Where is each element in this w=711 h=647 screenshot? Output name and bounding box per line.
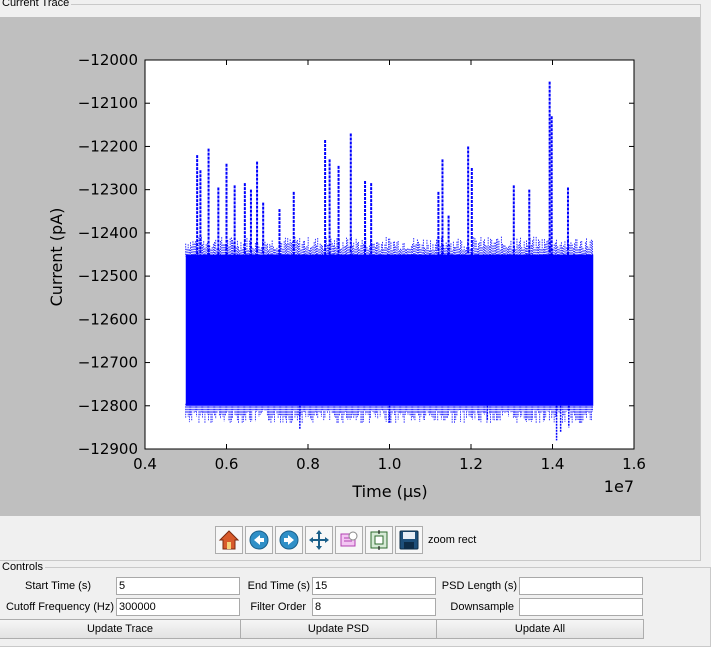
controls-group-title: Controls bbox=[0, 561, 45, 573]
noise-band bbox=[185, 254, 594, 406]
zoom-rect-icon bbox=[340, 531, 358, 547]
forward-arrow-icon bbox=[279, 530, 299, 550]
x-tick-label: 1.0 bbox=[378, 455, 402, 473]
pan-icon bbox=[309, 530, 329, 550]
y-tick-label: −12800 bbox=[78, 397, 138, 415]
x-tick-label: 1.4 bbox=[541, 455, 565, 473]
toolbar-status-text: zoom rect bbox=[428, 534, 477, 546]
y-tick-label: −12400 bbox=[78, 224, 138, 242]
save-icon bbox=[399, 530, 419, 550]
navigation-toolbar: zoom rect bbox=[215, 525, 476, 555]
trace-group-title: Current Trace bbox=[0, 0, 72, 9]
current-trace-chart[interactable]: 0.4 0.6 0.8 1.0 1.2 1.4 1.6−12000−12100−12200−… bbox=[0, 17, 700, 516]
plot-canvas-area[interactable]: 0.4 0.6 0.8 1.0 1.2 1.4 1.6 −12000 −12100 −12200−… bbox=[0, 17, 700, 516]
back-button[interactable] bbox=[245, 526, 273, 554]
x-tick-label: 0.6 bbox=[215, 455, 239, 473]
x-axis-label: Time (μs) bbox=[351, 482, 427, 501]
y-tick-label: −12100 bbox=[78, 94, 138, 112]
x-tick-label: 0.8 bbox=[296, 455, 320, 473]
back-arrow-icon bbox=[249, 530, 269, 550]
subplots-icon bbox=[370, 530, 388, 550]
start-time-label: Start Time (s) bbox=[24, 580, 91, 592]
forward-button[interactable] bbox=[275, 526, 303, 554]
downsample-input[interactable] bbox=[519, 598, 643, 616]
update-trace-button[interactable]: Update Trace bbox=[0, 619, 241, 639]
subplots-button[interactable] bbox=[365, 526, 393, 554]
zoom-rect-button[interactable] bbox=[335, 526, 363, 554]
y-tick-label: −12600 bbox=[78, 310, 138, 328]
cutoff-frequency-label: Cutoff Frequency (Hz) bbox=[5, 601, 114, 613]
y-tick-label: −12200 bbox=[78, 137, 138, 155]
end-time-label: End Time (s) bbox=[247, 580, 310, 592]
y-axis-label: Current (pA) bbox=[47, 208, 66, 307]
downsample-label: Downsample bbox=[450, 601, 514, 613]
home-icon bbox=[218, 530, 240, 550]
y-tick-label: −12700 bbox=[78, 354, 138, 372]
cutoff-frequency-input[interactable] bbox=[116, 598, 240, 616]
x-tick-label: 1.6 bbox=[622, 455, 646, 473]
plot-right-edge bbox=[701, 17, 711, 516]
pan-button[interactable] bbox=[305, 526, 333, 554]
save-button[interactable] bbox=[395, 526, 423, 554]
y-tick-label: −12000 bbox=[78, 51, 138, 69]
update-psd-button[interactable]: Update PSD bbox=[240, 619, 437, 639]
y-tick-label: −12500 bbox=[78, 267, 138, 285]
update-all-button[interactable]: Update All bbox=[436, 619, 644, 639]
x-tick-label: 1.2 bbox=[459, 455, 483, 473]
psd-length-input[interactable] bbox=[519, 577, 643, 595]
x-axis-scale-label: 1e7 bbox=[604, 477, 634, 496]
psd-length-label: PSD Length (s) bbox=[441, 580, 517, 592]
filter-order-label: Filter Order bbox=[250, 601, 306, 613]
end-time-input[interactable] bbox=[312, 577, 436, 595]
y-tick-label: −12900 bbox=[78, 440, 138, 458]
y-tick-label: −12300 bbox=[78, 181, 138, 199]
filter-order-input[interactable] bbox=[312, 598, 436, 616]
start-time-input[interactable] bbox=[116, 577, 240, 595]
home-button[interactable] bbox=[215, 526, 243, 554]
